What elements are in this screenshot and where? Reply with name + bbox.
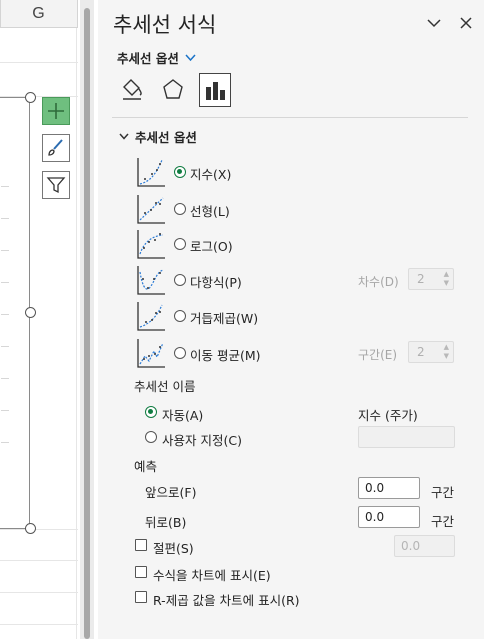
row-gridline — [0, 62, 78, 63]
chart-gridline — [1, 218, 9, 219]
exponential-trend-icon — [137, 158, 165, 187]
checkbox-display-equation[interactable] — [135, 566, 147, 578]
column-header-g[interactable]: G — [0, 0, 76, 28]
trend-type-label: 다항식(P) — [190, 275, 242, 290]
pane-splitter[interactable] — [80, 0, 94, 639]
spinner-arrows-icon[interactable]: ▲ ▼ — [444, 270, 449, 288]
chart-resize-handle-right[interactable] — [25, 307, 36, 318]
radio-logarithmic[interactable] — [174, 238, 186, 250]
name-custom-input[interactable] — [358, 426, 455, 448]
row-gridline — [0, 592, 78, 593]
row-gridline — [0, 624, 78, 625]
name-custom-label: 사용자 지정(C) — [162, 433, 242, 448]
moving-average-trend-icon — [137, 339, 165, 368]
display-equation-label: 수식을 차트에 표시(E) — [153, 568, 271, 583]
polynomial-trend-icon — [137, 266, 165, 295]
radio-power[interactable] — [174, 310, 186, 322]
radio-moving-average[interactable] — [174, 347, 186, 359]
power-trend-icon — [137, 302, 165, 331]
forecast-forward-label: 앞으로(F) — [145, 485, 197, 500]
trendline-options-dropdown-label: 추세선 옵션 — [117, 51, 179, 66]
period-label: 구간(E) — [358, 348, 398, 362]
splitter-bar[interactable] — [84, 8, 90, 639]
forecast-backward-unit: 구간 — [431, 514, 455, 529]
fill-line-icon — [123, 79, 142, 100]
chart-filters-button[interactable] — [42, 171, 70, 199]
tab-fill-line[interactable] — [116, 73, 148, 107]
format-trendline-pane: 추세선 서식 추세선 옵션 추세선 옵션 지수(X) 선형(L) 로그(O) 다… — [98, 0, 484, 639]
chart-elements-button[interactable] — [42, 97, 70, 125]
trend-type-label: 거듭제곱(W) — [190, 311, 259, 326]
radio-linear[interactable] — [174, 203, 186, 215]
trendline-name-title: 추세선 이름 — [134, 379, 196, 394]
radio-exponential[interactable] — [174, 166, 186, 178]
close-icon[interactable] — [458, 15, 474, 31]
section-title: 추세선 옵션 — [135, 130, 197, 145]
trendline-options-dropdown[interactable]: 추세선 옵션 — [117, 48, 196, 67]
spinner-arrows-icon[interactable]: ▲ ▼ — [444, 343, 449, 361]
chart-gridline — [1, 282, 9, 283]
radio-polynomial[interactable] — [174, 274, 186, 286]
tab-effects[interactable] — [157, 73, 189, 107]
chart-gridline — [1, 186, 9, 187]
trend-type-power[interactable]: 거듭제곱(W) — [136, 300, 472, 332]
chart-gridline — [1, 442, 9, 443]
forecast-backward-label: 뒤로(B) — [145, 515, 187, 530]
filter-icon — [46, 177, 66, 194]
trend-type-linear[interactable]: 선형(L) — [136, 193, 472, 225]
period-value: 2 — [417, 345, 425, 359]
pane-title: 추세선 서식 — [113, 13, 217, 37]
trend-type-label: 지수(X) — [190, 167, 232, 182]
section-divider — [112, 117, 468, 118]
chevron-down-icon — [185, 50, 196, 65]
trend-type-label: 선형(L) — [190, 204, 230, 219]
logarithmic-trend-icon — [137, 230, 165, 259]
chevron-down-icon — [119, 133, 129, 140]
tab-trendline-options[interactable] — [199, 73, 231, 107]
chart-gridline — [1, 250, 9, 251]
name-automatic-label: 자동(A) — [162, 408, 204, 423]
chart-gridline — [1, 346, 9, 347]
trend-type-label: 이동 평균(M) — [190, 348, 261, 363]
forecast-title: 예측 — [134, 459, 158, 474]
chart-gridline — [1, 314, 9, 315]
column-divider — [76, 28, 77, 639]
checkbox-set-intercept[interactable] — [135, 539, 147, 551]
linear-trend-icon — [137, 195, 165, 224]
set-intercept-label: 절편(S) — [153, 541, 194, 556]
order-value: 2 — [417, 272, 425, 286]
plus-icon — [48, 103, 64, 119]
order-label: 차수(D) — [358, 275, 399, 289]
trend-type-moving-average[interactable]: 이동 평균(M) 구간(E) 2 ▲ ▼ — [136, 337, 472, 369]
row-gridline — [0, 529, 78, 530]
trend-type-logarithmic[interactable]: 로그(O) — [136, 228, 472, 260]
intercept-input[interactable]: 0.0 — [394, 535, 455, 557]
radio-name-custom[interactable] — [145, 431, 157, 443]
chart-gridline — [1, 410, 9, 411]
display-r-squared-label: R-제곱 값을 차트에 표시(R) — [153, 593, 300, 608]
chevron-down-icon[interactable] — [426, 15, 442, 31]
period-spinner[interactable]: 2 ▲ ▼ — [408, 341, 454, 363]
worksheet-area[interactable]: G — [0, 0, 80, 639]
radio-name-automatic[interactable] — [145, 406, 157, 418]
trendline-options-icon — [206, 82, 225, 100]
chart-resize-handle-bottom-right[interactable] — [25, 523, 36, 534]
name-automatic-value: 지수 (주가) — [358, 408, 418, 423]
effects-icon — [163, 79, 183, 99]
chart-resize-handle-top-right[interactable] — [25, 92, 36, 103]
trend-type-label: 로그(O) — [190, 239, 233, 254]
row-gridline — [0, 560, 78, 561]
column-header-row: G — [0, 0, 78, 28]
trend-type-polynomial[interactable]: 다항식(P) 차수(D) 2 ▲ ▼ — [136, 264, 472, 296]
chart-styles-button[interactable] — [42, 134, 70, 162]
chart-gridline — [1, 378, 9, 379]
forecast-forward-unit: 구간 — [431, 485, 455, 500]
forecast-forward-input[interactable]: 0.0 — [358, 477, 420, 499]
paintbrush-icon — [48, 139, 63, 156]
order-spinner[interactable]: 2 ▲ ▼ — [408, 268, 454, 290]
forecast-backward-input[interactable]: 0.0 — [358, 506, 420, 528]
section-trendline-options[interactable]: 추세선 옵션 — [119, 127, 197, 146]
trend-type-exponential[interactable]: 지수(X) — [136, 156, 472, 188]
checkbox-display-r-squared[interactable] — [135, 591, 147, 603]
